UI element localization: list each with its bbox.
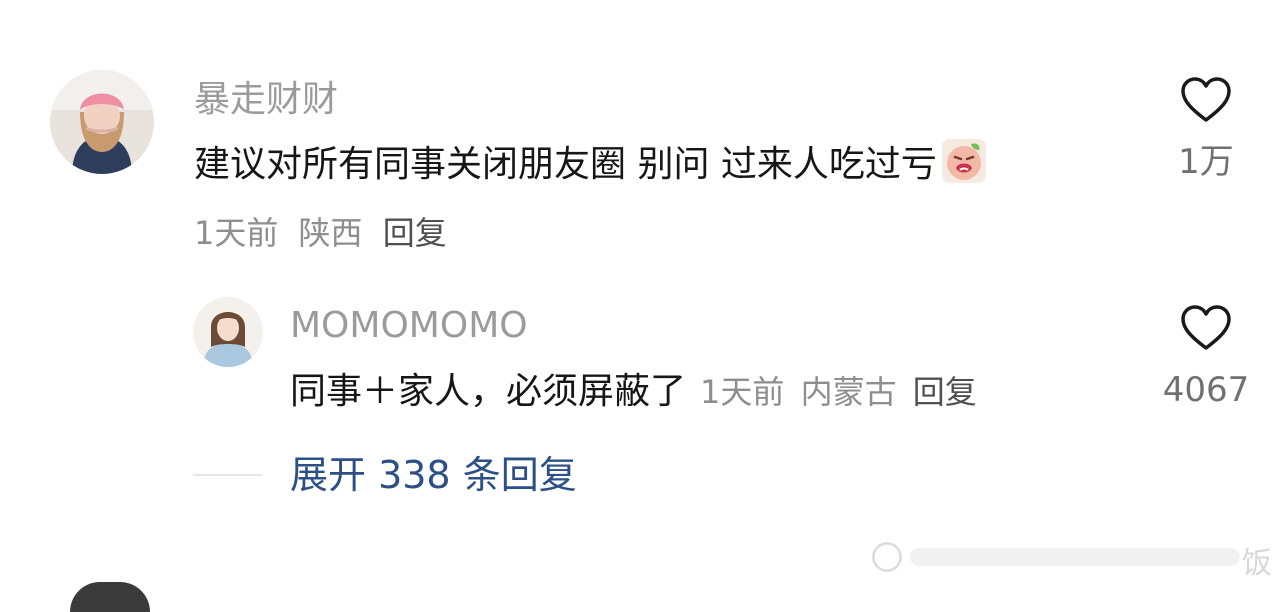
reply-reply-button[interactable]: 回复 (913, 373, 977, 411)
heart-icon (1181, 77, 1231, 122)
comment-meta: 1天前 陕西 回复 (194, 213, 447, 253)
watermark-bar: 饭 (870, 538, 1272, 581)
comment-time: 1天前 (194, 214, 279, 252)
reply-username[interactable]: MOMOMOMO (290, 304, 528, 348)
like-button[interactable]: 1万 (1146, 76, 1266, 186)
reply-meta: 1天前 内蒙古 回复 (700, 373, 977, 411)
like-count: 1万 (1178, 142, 1234, 182)
reply-button[interactable]: 回复 (383, 214, 447, 252)
reply-text-row: 同事＋家人，必须屏蔽了 1天前 内蒙古 回复 (290, 368, 977, 416)
crying-peach-emoji-icon (941, 138, 987, 184)
user-avatar-illustrated-woman-icon (193, 297, 263, 367)
comment-text-row: 建议对所有同事关闭朋友圈 别问 过来人吃过亏 (194, 138, 987, 189)
user-avatar-pink-beanie-icon (50, 70, 154, 174)
expand-replies-button[interactable]: 展开 338 条回复 (290, 452, 577, 498)
next-comment-avatar-edge (70, 582, 150, 612)
avatar[interactable] (50, 70, 154, 174)
comment-text: 建议对所有同事关闭朋友圈 别问 过来人吃过亏 (194, 144, 937, 185)
comment-location: 陕西 (298, 214, 363, 252)
comment-username[interactable]: 暴走财财 (194, 78, 338, 122)
reply-location: 内蒙古 (800, 373, 897, 411)
reply-time: 1天前 (700, 373, 785, 411)
watermark-logo-icon (872, 542, 902, 572)
reply-like-button[interactable]: 4067 (1146, 304, 1266, 414)
watermark-text: 饭 (1242, 546, 1272, 581)
reply-text: 同事＋家人，必须屏蔽了 (290, 371, 687, 412)
reply-avatar[interactable] (193, 297, 263, 367)
watermark-blur (910, 548, 1240, 566)
expand-divider (193, 474, 263, 476)
reply-like-count: 4067 (1162, 370, 1250, 410)
heart-icon (1181, 305, 1231, 350)
